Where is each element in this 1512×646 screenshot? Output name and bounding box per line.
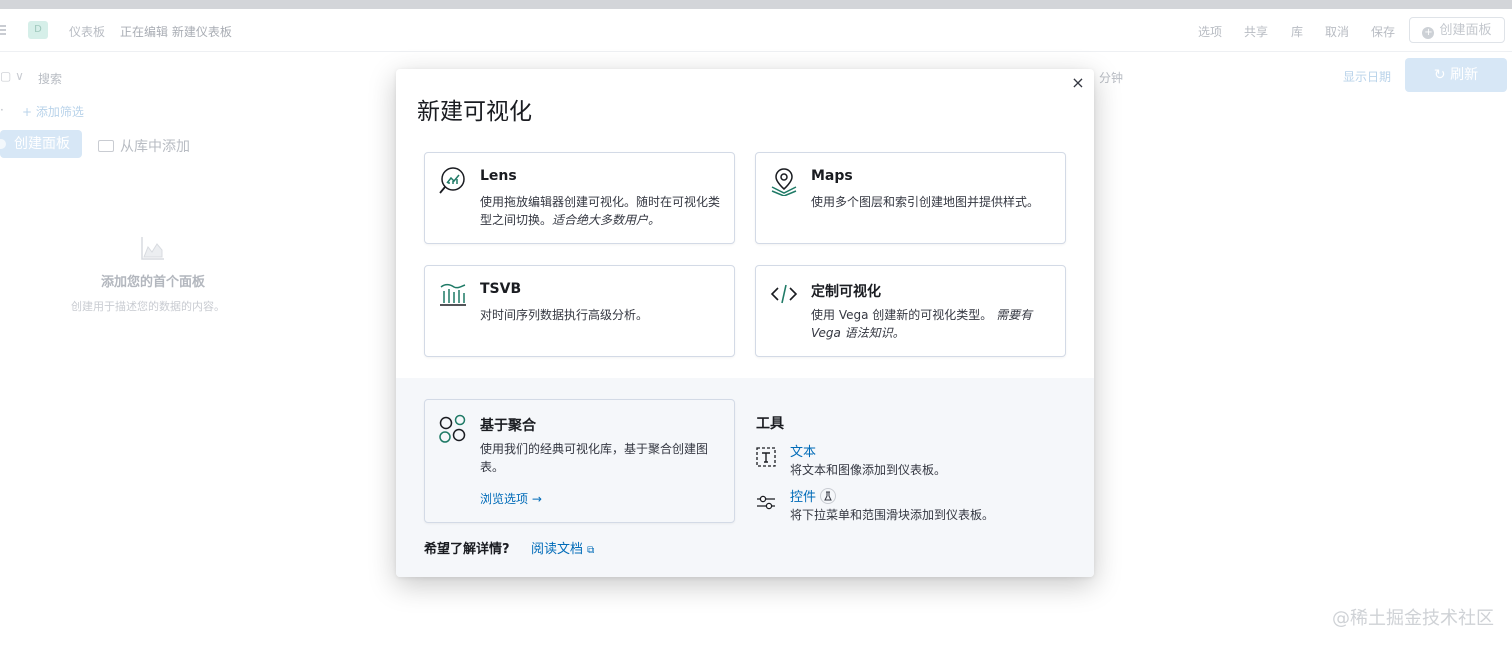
tool-text[interactable]: 文本 将文本和图像添加到仪表板。 xyxy=(756,442,1076,480)
vis-card-maps[interactable]: Maps 使用多个图层和索引创建地图并提供样式。 xyxy=(755,152,1066,244)
cancel-link[interactable]: 取消 xyxy=(1325,23,1349,40)
browser-top-strip xyxy=(0,0,1512,9)
refresh-button[interactable]: ↻ 刷新 xyxy=(1405,58,1507,92)
share-link[interactable]: 共享 xyxy=(1244,23,1268,40)
card-description: 使用 Vega 创建新的可视化类型。 需要有 Vega 语法知识。 xyxy=(811,308,1033,340)
options-link[interactable]: 选项 xyxy=(1198,23,1222,40)
add-from-library-button[interactable]: 从库中添加 xyxy=(98,136,190,156)
vis-card-lens[interactable]: Lens 使用拖放编辑器创建可视化。随时在可视化类型之间切换。适合绝大多数用户。 xyxy=(424,152,735,244)
watermark: @稀土掘金技术社区 xyxy=(1332,608,1494,629)
filter-bullet: · xyxy=(0,103,4,117)
empty-state-subtitle: 创建用于描述您的数据的内容。 xyxy=(71,300,225,313)
code-icon xyxy=(770,284,798,304)
app-header: D 仪表板 正在编辑 新建仪表板 选项 共享 库 取消 保存 + 创建面板 xyxy=(0,9,1512,52)
card-description: 使用我们的经典可视化库，基于聚合创建图表。 xyxy=(480,442,709,474)
space-avatar[interactable]: D xyxy=(28,21,48,39)
save-query-icon[interactable]: ▢ ∨ xyxy=(0,69,24,83)
card-title: TSVB xyxy=(480,281,522,297)
text-icon xyxy=(756,447,776,467)
card-description: 使用多个图层和索引创建地图并提供样式。 xyxy=(811,195,1040,209)
vis-card-aggregation[interactable]: 基于聚合 使用我们的经典可视化库，基于聚合创建图表。 浏览选项 → xyxy=(424,399,735,523)
show-dates-link[interactable]: 显示日期 xyxy=(1343,68,1391,85)
controls-icon xyxy=(757,495,775,510)
card-title: 基于聚合 xyxy=(480,418,536,434)
vis-card-vega[interactable]: 定制可视化 使用 Vega 创建新的可视化类型。 需要有 Vega 语法知识。 xyxy=(755,265,1066,357)
tool-controls-description: 将下拉菜单和范围滑块添加到仪表板。 xyxy=(790,508,995,522)
aggregation-icon xyxy=(439,414,466,443)
empty-state-title: 添加您的首个面板 xyxy=(101,275,206,290)
breadcrumb-dashboards[interactable]: 仪表板 xyxy=(69,23,105,40)
save-link[interactable]: 保存 xyxy=(1371,23,1395,40)
read-docs-link[interactable]: 阅读文档 ⧉ xyxy=(531,538,594,557)
tool-controls-link[interactable]: 控件 xyxy=(790,486,837,505)
folder-icon xyxy=(98,140,114,152)
card-title: Lens xyxy=(480,168,517,184)
time-unit-text: 分钟 xyxy=(1099,71,1124,85)
menu-icon[interactable] xyxy=(0,25,6,35)
external-link-icon: ⧉ xyxy=(587,545,595,556)
header-create-panel-button[interactable]: + 创建面板 xyxy=(1409,17,1505,43)
learn-more-question: 希望了解详情? xyxy=(424,542,510,557)
map-marker-icon xyxy=(771,168,797,196)
create-panel-button[interactable]: 创建面板 xyxy=(0,130,82,158)
tool-controls[interactable]: 控件 将下拉菜单和范围滑块添加到仪表板。 xyxy=(756,487,1076,525)
card-title: 定制可视化 xyxy=(811,284,881,300)
tools-title: 工具 xyxy=(756,416,784,432)
card-description: 使用拖放编辑器创建可视化。随时在可视化类型之间切换。适合绝大多数用户。 xyxy=(480,195,721,227)
modal-title: 新建可视化 xyxy=(417,99,532,125)
close-icon[interactable]: × xyxy=(1070,75,1086,91)
tool-text-description: 将文本和图像添加到仪表板。 xyxy=(790,463,947,477)
new-visualization-modal: × 新建可视化 Lens 使用拖放编辑器创建可视化。随时在可视化类型之间切换。适… xyxy=(396,69,1094,577)
card-title: Maps xyxy=(811,168,853,184)
library-link[interactable]: 库 xyxy=(1291,23,1303,40)
vis-card-tsvb[interactable]: TSVB 对时间序列数据执行高级分析。 xyxy=(424,265,735,357)
plus-icon xyxy=(0,139,6,149)
tsvb-icon xyxy=(440,283,466,306)
lens-icon xyxy=(439,167,465,194)
breadcrumb-current: 正在编辑 新建仪表板 xyxy=(120,25,232,39)
search-input[interactable]: 搜索 xyxy=(38,70,62,87)
area-chart-icon xyxy=(141,237,164,260)
refresh-icon: ↻ xyxy=(1433,67,1446,83)
card-description: 对时间序列数据执行高级分析。 xyxy=(480,308,649,322)
add-filter-link[interactable]: + 添加筛选 xyxy=(22,103,84,120)
beaker-icon xyxy=(820,488,837,504)
browse-options-link[interactable]: 浏览选项 → xyxy=(480,490,542,507)
plus-icon: + xyxy=(1422,27,1435,39)
tool-text-link[interactable]: 文本 xyxy=(790,441,816,460)
